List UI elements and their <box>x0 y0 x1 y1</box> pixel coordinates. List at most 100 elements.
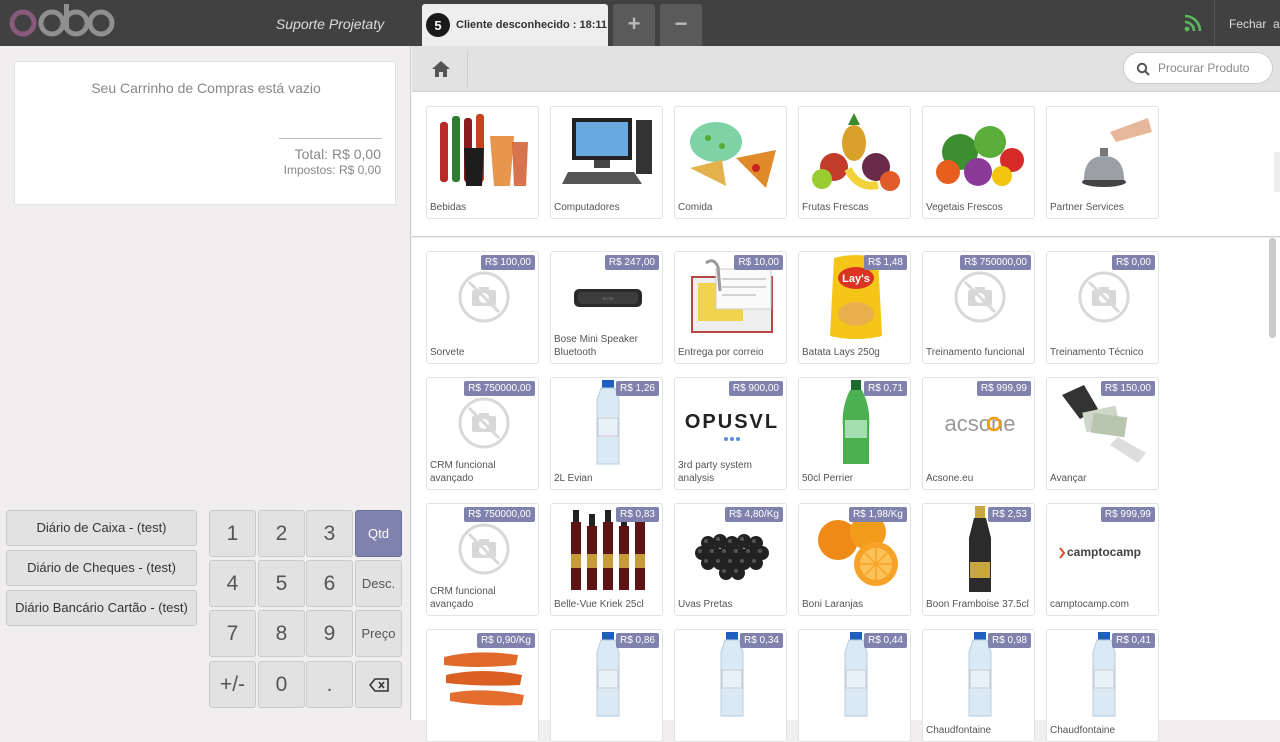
product-tile[interactable]: camptocamp R$ 999,99 camptocamp.com <box>1046 503 1159 616</box>
top-bar: Suporte Projetaty 5 Cliente desconhecido… <box>0 0 1280 46</box>
topbar-divider <box>1214 0 1215 46</box>
product-tile[interactable]: R$ 2,53 Boon Framboise 37.5cl <box>922 503 1035 616</box>
numpad-9[interactable]: 9 <box>306 610 353 657</box>
category-tile[interactable]: Bebidas <box>426 106 539 219</box>
price-badge: R$ 750000,00 <box>464 507 535 522</box>
product-name: Avançar <box>1050 473 1087 484</box>
numpad-3[interactable]: 3 <box>306 510 353 557</box>
product-tile[interactable]: BOSE R$ 247,00 Bose Mini Speaker Bluetooth <box>550 251 663 364</box>
numpad-2[interactable]: 2 <box>258 510 305 557</box>
product-name: 3rd party system analysis <box>678 460 752 484</box>
product-name: Sorvete <box>430 347 465 358</box>
numpad-4[interactable]: 4 <box>209 560 256 607</box>
home-button[interactable] <box>418 51 468 87</box>
product-name: CRM funcional avançado <box>430 460 496 484</box>
payment-method-card[interactable]: Diário Bancário Cartão - (test) <box>6 590 197 626</box>
search-input[interactable] <box>1158 53 1268 83</box>
cart-summary-line <box>279 138 382 139</box>
numpad-8[interactable]: 8 <box>258 610 305 657</box>
category-tile[interactable]: Comida <box>674 106 787 219</box>
svg-text:BOSE: BOSE <box>602 296 613 301</box>
numpad-6[interactable]: 6 <box>306 560 353 607</box>
payment-method-cash[interactable]: Diário de Caixa - (test) <box>6 510 197 546</box>
product-tile[interactable]: R$ 0,44 <box>798 629 911 742</box>
product-tile[interactable]: R$ 750000,00 CRM funcional avançado <box>426 503 539 616</box>
price-badge: R$ 4,80/Kg <box>724 507 783 522</box>
category-image <box>799 107 910 197</box>
order-tab[interactable]: 5 Cliente desconhecido : 18:11 <box>422 4 608 46</box>
product-tile[interactable]: R$ 0,41 Chaudfontaine <box>1046 629 1159 742</box>
svg-text:acsone: acsone <box>944 411 1015 436</box>
category-tile[interactable]: Frutas Frescas <box>798 106 911 219</box>
product-name: 2L Evian <box>554 473 593 484</box>
cart-empty-message: Seu Carrinho de Compras está vazio <box>91 80 321 96</box>
mode-discount-button[interactable]: Desc. <box>355 560 402 607</box>
product-tile[interactable]: R$ 0,34 <box>674 629 787 742</box>
product-list: R$ 100,00 Sorvete BOSE R$ 247,00 Bose Mini S… <box>412 238 1280 742</box>
product-tile[interactable]: R$ 4,80/Kg Uvas Pretas <box>674 503 787 616</box>
price-badge: R$ 0,98 <box>987 633 1031 648</box>
category-name: Comida <box>678 202 713 213</box>
add-order-button[interactable]: + <box>613 4 655 46</box>
rss-icon[interactable] <box>1184 14 1202 32</box>
numpad-backspace[interactable] <box>355 661 402 708</box>
shop-name: Suporte Projetaty <box>275 16 385 32</box>
price-badge: R$ 100,00 <box>480 255 535 270</box>
category-image <box>551 107 662 197</box>
cart-total: Total: R$ 0,00 <box>294 146 381 162</box>
product-tile[interactable]: R$ 1,98/Kg Boni Laranjas <box>798 503 911 616</box>
product-tile[interactable]: R$ 0,83 Belle-Vue Kriek 25cl <box>550 503 663 616</box>
product-scrollbar[interactable] <box>1269 238 1276 338</box>
numpad-0[interactable]: 0 <box>258 661 305 708</box>
svg-text:camptocamp: camptocamp <box>1066 545 1140 559</box>
product-tile[interactable]: R$ 0,86 <box>550 629 663 742</box>
category-tile[interactable]: Vegetais Frescos <box>922 106 1035 219</box>
product-tile[interactable]: R$ 0,98 Chaudfontaine <box>922 629 1035 742</box>
close-button[interactable]: Fechar <box>1229 0 1266 46</box>
search-box <box>1123 52 1273 84</box>
product-tile[interactable]: OPUSVL R$ 900,00 3rd party system analysis <box>674 377 787 490</box>
numpad-plus-minus[interactable]: +/- <box>209 661 256 708</box>
product-tile[interactable]: R$ 0,00 Treinamento Técnico <box>1046 251 1159 364</box>
product-tile[interactable]: R$ 0,90/Kg <box>426 629 539 742</box>
numpad-5[interactable]: 5 <box>258 560 305 607</box>
product-tile[interactable]: Lay's R$ 1,48 Batata Lays 250g <box>798 251 911 364</box>
remove-order-button[interactable]: − <box>660 4 702 46</box>
numpad-7[interactable]: 7 <box>209 610 256 657</box>
product-name: Belle-Vue Kriek 25cl <box>554 599 644 610</box>
price-badge: R$ 150,00 <box>1100 381 1155 396</box>
category-image <box>1047 107 1158 197</box>
category-tile[interactable]: Partner Services <box>1046 106 1159 219</box>
numpad-1[interactable]: 1 <box>209 510 256 557</box>
product-tile[interactable]: R$ 750000,00 Treinamento funcional <box>922 251 1035 364</box>
order-label: Cliente desconhecido : 18:11 <box>456 19 607 31</box>
category-tile[interactable]: Computadores <box>550 106 663 219</box>
product-name: CRM funcional avançado <box>430 586 496 610</box>
price-badge: R$ 750000,00 <box>960 255 1031 270</box>
product-tile[interactable]: R$ 0,71 50cl Perrier <box>798 377 911 490</box>
order-cart: Seu Carrinho de Compras está vazio Total… <box>14 61 396 205</box>
category-name: Frutas Frescas <box>802 202 869 213</box>
product-tile[interactable]: R$ 750000,00 CRM funcional avançado <box>426 377 539 490</box>
price-badge: R$ 0,34 <box>739 633 783 648</box>
price-badge: R$ 1,98/Kg <box>848 507 907 522</box>
product-name: Treinamento funcional <box>926 347 1025 358</box>
svg-text:OPUSVL: OPUSVL <box>684 411 778 433</box>
price-badge: R$ 0,41 <box>1111 633 1155 648</box>
home-icon <box>432 61 450 77</box>
product-name: Uvas Pretas <box>678 599 733 610</box>
numpad-decimal[interactable]: . <box>306 661 353 708</box>
payment-method-cheque[interactable]: Diário de Cheques - (test) <box>6 550 197 586</box>
odoo-logo <box>9 4 115 37</box>
product-name: Entrega por correio <box>678 347 764 358</box>
product-tile[interactable]: R$ 150,00 Avançar <box>1046 377 1159 490</box>
mode-price-button[interactable]: Preço <box>355 610 402 657</box>
product-tile[interactable]: R$ 100,00 Sorvete <box>426 251 539 364</box>
product-tile[interactable]: R$ 10,00 Entrega por correio <box>674 251 787 364</box>
mode-quantity-button[interactable]: Qtd <box>355 510 402 557</box>
product-tile[interactable]: R$ 1,26 2L Evian <box>550 377 663 490</box>
product-tile[interactable]: acsone R$ 999,99 Acsone.eu <box>922 377 1035 490</box>
right-pane: Bebidas Computadores Comida Frutas Frescas V… <box>412 46 1280 742</box>
product-name: camptocamp.com <box>1050 599 1129 610</box>
price-badge: R$ 1,48 <box>863 255 907 270</box>
